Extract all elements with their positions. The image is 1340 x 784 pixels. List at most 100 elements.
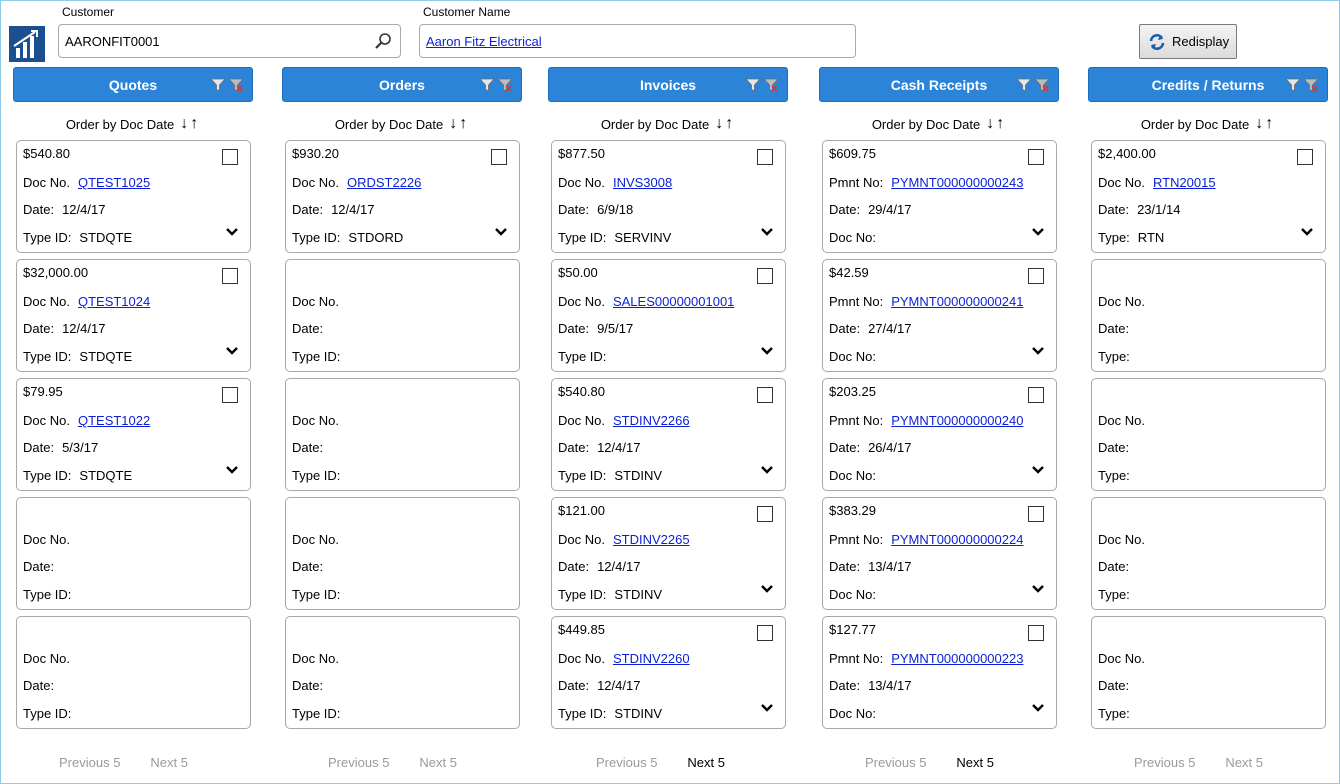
filter-icon[interactable]: [745, 77, 761, 93]
doc-number-link[interactable]: PYMNT000000000240: [891, 413, 1023, 428]
chevron-down-icon[interactable]: [224, 344, 240, 358]
select-checkbox[interactable]: [491, 149, 507, 165]
sort-arrows-icon[interactable]: ↓↑: [1255, 115, 1275, 133]
search-icon[interactable]: [374, 32, 392, 50]
document-card[interactable]: $930.20 Doc No. ORDST2226 Date: 12/4/17 Type …: [285, 140, 520, 253]
doc-number-link[interactable]: PYMNT000000000241: [891, 294, 1023, 309]
chevron-down-icon[interactable]: [759, 463, 775, 477]
chevron-down-icon[interactable]: [759, 701, 775, 715]
sort-arrows-icon[interactable]: ↓↑: [449, 115, 469, 133]
customer-field[interactable]: AARONFIT0001: [58, 24, 401, 58]
document-card[interactable]: $540.80 Doc No. QTEST1025 Date: 12/4/17 Type …: [16, 140, 251, 253]
date-row: Date: 12/4/17: [23, 321, 105, 336]
next-5-button[interactable]: Next 5: [687, 755, 725, 770]
filter-icon[interactable]: [210, 77, 226, 93]
previous-5-button[interactable]: Previous 5: [59, 755, 120, 770]
doc-number-link[interactable]: QTEST1022: [78, 413, 150, 428]
chevron-down-icon[interactable]: [1299, 225, 1315, 239]
document-card[interactable]: $2,400.00 Doc No. RTN20015 Date: 23/1/14 Type…: [1091, 140, 1326, 253]
document-card[interactable]: $383.29 Pmnt No: PYMNT000000000224 Date: 13/…: [822, 497, 1057, 610]
doc-number-link[interactable]: PYMNT000000000223: [891, 651, 1023, 666]
next-5-button[interactable]: Next 5: [956, 755, 994, 770]
doc-number-link[interactable]: STDINV2265: [613, 532, 690, 547]
select-checkbox[interactable]: [757, 625, 773, 641]
document-card[interactable]: $79.95 Doc No. QTEST1022 Date: 5/3/17 Type ID…: [16, 378, 251, 491]
document-card[interactable]: $203.25 Pmnt No: PYMNT000000000240 Date: 26/…: [822, 378, 1057, 491]
filter-icon[interactable]: [1285, 77, 1301, 93]
document-card[interactable]: $32,000.00 Doc No. QTEST1024 Date: 12/4/17 Ty…: [16, 259, 251, 372]
document-card[interactable]: Doc No. Date: Type ID:: [285, 616, 520, 729]
document-card[interactable]: $50.00 Doc No. SALES00000001001 Date: 9/5/17…: [551, 259, 786, 372]
customer-name-link[interactable]: Aaron Fitz Electrical: [426, 34, 542, 49]
document-card[interactable]: Doc No. Date: Type ID:: [285, 259, 520, 372]
document-card[interactable]: $127.77 Pmnt No: PYMNT000000000223 Date: 13/…: [822, 616, 1057, 729]
doc-number-link[interactable]: PYMNT000000000243: [891, 175, 1023, 190]
chevron-down-icon[interactable]: [224, 225, 240, 239]
chevron-down-icon[interactable]: [1030, 463, 1046, 477]
chevron-down-icon[interactable]: [1030, 701, 1046, 715]
select-checkbox[interactable]: [757, 387, 773, 403]
document-card[interactable]: $877.50 Doc No. INVS3008 Date: 6/9/18 Type ID…: [551, 140, 786, 253]
next-5-button[interactable]: Next 5: [419, 755, 457, 770]
doc-number-link[interactable]: STDINV2266: [613, 413, 690, 428]
select-checkbox[interactable]: [757, 268, 773, 284]
filter-icon[interactable]: [1016, 77, 1032, 93]
sort-arrows-icon[interactable]: ↓↑: [986, 115, 1006, 133]
doc-number-link[interactable]: SALES00000001001: [613, 294, 734, 309]
next-5-button[interactable]: Next 5: [1225, 755, 1263, 770]
chevron-down-icon[interactable]: [1030, 344, 1046, 358]
sort-arrows-icon[interactable]: ↓↑: [715, 115, 735, 133]
clear-filter-icon[interactable]: [1303, 77, 1319, 93]
chevron-down-icon[interactable]: [1030, 225, 1046, 239]
document-card[interactable]: Doc No. Date: Type:: [1091, 497, 1326, 610]
document-card[interactable]: Doc No. Date: Type ID:: [285, 378, 520, 491]
doc-number-link[interactable]: INVS3008: [613, 175, 672, 190]
clear-filter-icon[interactable]: [763, 77, 779, 93]
sort-arrows-icon[interactable]: ↓↑: [180, 115, 200, 133]
document-card[interactable]: Doc No. Date: Type:: [1091, 616, 1326, 729]
filter-icon[interactable]: [479, 77, 495, 93]
document-card[interactable]: Doc No. Date: Type ID:: [16, 497, 251, 610]
chevron-down-icon[interactable]: [493, 225, 509, 239]
select-checkbox[interactable]: [222, 149, 238, 165]
document-card[interactable]: $540.80 Doc No. STDINV2266 Date: 12/4/17 Type…: [551, 378, 786, 491]
select-checkbox[interactable]: [757, 149, 773, 165]
select-checkbox[interactable]: [1028, 268, 1044, 284]
select-checkbox[interactable]: [222, 268, 238, 284]
document-card[interactable]: Doc No. Date: Type:: [1091, 259, 1326, 372]
clear-filter-icon[interactable]: [228, 77, 244, 93]
document-card[interactable]: $121.00 Doc No. STDINV2265 Date: 12/4/17 Type…: [551, 497, 786, 610]
doc-number-link[interactable]: RTN20015: [1153, 175, 1216, 190]
select-checkbox[interactable]: [1028, 625, 1044, 641]
chevron-down-icon[interactable]: [1030, 582, 1046, 596]
document-card[interactable]: $449.85 Doc No. STDINV2260 Date: 12/4/17 Type…: [551, 616, 786, 729]
chevron-down-icon[interactable]: [759, 225, 775, 239]
doc-number-link[interactable]: QTEST1024: [78, 294, 150, 309]
chevron-down-icon[interactable]: [759, 344, 775, 358]
select-checkbox[interactable]: [1028, 149, 1044, 165]
document-card[interactable]: $609.75 Pmnt No: PYMNT000000000243 Date: 29/…: [822, 140, 1057, 253]
redisplay-button[interactable]: Redisplay: [1139, 24, 1237, 59]
select-checkbox[interactable]: [1028, 387, 1044, 403]
previous-5-button[interactable]: Previous 5: [1134, 755, 1195, 770]
doc-number-link[interactable]: PYMNT000000000224: [891, 532, 1023, 547]
doc-number-link[interactable]: ORDST2226: [347, 175, 421, 190]
document-card[interactable]: Doc No. Date: Type:: [1091, 378, 1326, 491]
previous-5-button[interactable]: Previous 5: [596, 755, 657, 770]
clear-filter-icon[interactable]: [497, 77, 513, 93]
chevron-down-icon[interactable]: [759, 582, 775, 596]
document-card[interactable]: Doc No. Date: Type ID:: [16, 616, 251, 729]
select-checkbox[interactable]: [222, 387, 238, 403]
previous-5-button[interactable]: Previous 5: [328, 755, 389, 770]
document-card[interactable]: $42.59 Pmnt No: PYMNT000000000241 Date: 27/4…: [822, 259, 1057, 372]
clear-filter-icon[interactable]: [1034, 77, 1050, 93]
select-checkbox[interactable]: [757, 506, 773, 522]
select-checkbox[interactable]: [1297, 149, 1313, 165]
select-checkbox[interactable]: [1028, 506, 1044, 522]
doc-number-link[interactable]: QTEST1025: [78, 175, 150, 190]
next-5-button[interactable]: Next 5: [150, 755, 188, 770]
previous-5-button[interactable]: Previous 5: [865, 755, 926, 770]
chevron-down-icon[interactable]: [224, 463, 240, 477]
document-card[interactable]: Doc No. Date: Type ID:: [285, 497, 520, 610]
doc-number-link[interactable]: STDINV2260: [613, 651, 690, 666]
